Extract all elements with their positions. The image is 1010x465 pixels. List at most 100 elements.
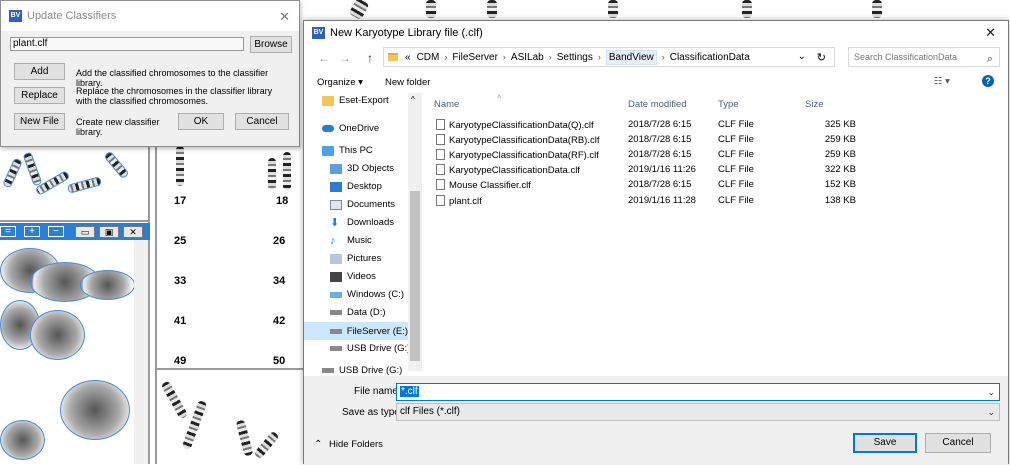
- up-arrow-icon[interactable]: ↑: [367, 51, 373, 65]
- save-button[interactable]: Save: [853, 433, 917, 453]
- pane-divider[interactable]: [155, 368, 303, 370]
- nav-item-eset-export[interactable]: Eset-Export: [322, 95, 389, 106]
- file-size: 138 KB: [824, 195, 856, 206]
- add-button[interactable]: Add: [14, 63, 65, 80]
- file-row[interactable]: KaryotypeClassificationData(Q).clf 2018/…: [434, 117, 864, 132]
- nav-item-windows-c[interactable]: Windows (C:): [330, 289, 404, 300]
- nav-item-onedrive[interactable]: OneDrive: [322, 123, 379, 134]
- chromosome-number: 18: [276, 195, 289, 207]
- file-icon: [436, 179, 445, 190]
- chromosome-cluster[interactable]: [0, 420, 45, 460]
- close-icon[interactable]: ✕: [123, 226, 143, 238]
- breadcrumb-item[interactable]: ClassificationData: [670, 52, 750, 63]
- chromosome-image[interactable]: [103, 150, 130, 180]
- chromosome-number: 50: [273, 355, 286, 367]
- column-header-size[interactable]: Size: [805, 99, 823, 110]
- chromosome-cluster[interactable]: [30, 310, 85, 360]
- minus-tool-icon[interactable]: −: [48, 226, 64, 237]
- chromosome-image[interactable]: [2, 157, 23, 189]
- dialog-title-bar: BV New Karyotype Library file (.clf): [304, 21, 1008, 45]
- search-icon[interactable]: ⌕: [987, 50, 993, 68]
- app-icon: BV: [9, 10, 22, 22]
- file-row[interactable]: Mouse Classifier.clf 2018/7/28 6:15 CLF …: [434, 177, 864, 192]
- back-arrow-icon[interactable]: ←: [318, 51, 330, 65]
- chromosome-image[interactable]: [66, 176, 103, 194]
- close-icon[interactable]: ✕: [985, 25, 996, 41]
- ok-button[interactable]: OK: [178, 113, 224, 130]
- file-name-value: *.clf: [400, 386, 419, 397]
- refresh-icon[interactable]: ↻: [817, 51, 826, 64]
- close-icon[interactable]: ✕: [279, 9, 290, 25]
- forward-arrow-icon[interactable]: →: [339, 51, 351, 65]
- cancel-button[interactable]: Cancel: [925, 433, 991, 453]
- new-folder-button[interactable]: New folder: [385, 77, 430, 88]
- column-header-date[interactable]: Date modified: [628, 99, 687, 110]
- file-row[interactable]: KaryotypeClassificationData(RF).clf 2018…: [434, 147, 864, 162]
- breadcrumb[interactable]: « CDM › FileServer › ASILab › Settings ›…: [383, 47, 835, 67]
- file-row[interactable]: plant.clf 2019/1/16 11:28 CLF File 138 K…: [434, 193, 864, 208]
- new-file-button[interactable]: New File: [14, 113, 65, 130]
- scroll-up-icon[interactable]: ^: [411, 95, 415, 104]
- nav-item-documents[interactable]: Documents: [330, 199, 395, 210]
- sort-indicator-icon: ^: [497, 93, 502, 103]
- file-row[interactable]: KaryotypeClassificationData(RB).clf 2018…: [434, 132, 864, 147]
- chromosome-cluster[interactable]: [60, 380, 130, 440]
- save-file-dialog: BV New Karyotype Library file (.clf) ✕ ←…: [303, 20, 1009, 465]
- minimize-icon[interactable]: ▭: [75, 226, 95, 238]
- chevron-down-icon[interactable]: ⌄: [798, 51, 806, 62]
- nav-item-fileserver-e[interactable]: FileServer (E:): [304, 322, 408, 340]
- breadcrumb-item[interactable]: Settings: [557, 52, 593, 63]
- nav-item-usb-drive-g[interactable]: USB Drive (G:): [322, 365, 402, 376]
- navigation-scrollbar[interactable]: ^: [408, 93, 422, 371]
- nav-item-desktop[interactable]: Desktop: [330, 181, 382, 192]
- cancel-button[interactable]: Cancel: [235, 113, 289, 130]
- column-header-name[interactable]: Name: [434, 99, 459, 110]
- replace-button[interactable]: Replace: [14, 87, 65, 104]
- classifier-file-field[interactable]: plant.clf: [10, 37, 244, 51]
- command-bar: Organize ▾ New folder ☷ ▾ ?: [304, 73, 1008, 93]
- breadcrumb-item[interactable]: BandView: [605, 49, 657, 65]
- nav-item-videos[interactable]: Videos: [330, 271, 376, 282]
- breadcrumb-item[interactable]: FileServer: [452, 52, 498, 63]
- help-icon[interactable]: ?: [982, 75, 994, 87]
- equal-tool-icon[interactable]: =: [0, 226, 16, 237]
- breadcrumb-item[interactable]: ASILab: [511, 52, 544, 63]
- file-row[interactable]: KaryotypeClassificationData.clf 2019/1/1…: [434, 162, 864, 177]
- file-size: 322 KB: [824, 164, 856, 175]
- nav-item-data-d[interactable]: Data (D:): [330, 307, 386, 318]
- hide-folders-toggle[interactable]: ⌃ Hide Folders: [314, 439, 383, 450]
- nav-item-music[interactable]: ♪ Music: [330, 235, 372, 246]
- update-classifiers-dialog: BV Update Classifiers ✕ plant.clf Browse…: [0, 0, 300, 147]
- view-options-icon[interactable]: ☷ ▾: [934, 76, 950, 87]
- plus-tool-icon[interactable]: +: [24, 226, 40, 237]
- organize-button[interactable]: Organize ▾: [317, 77, 363, 88]
- file-name-input[interactable]: *.clf ⌄: [396, 383, 1000, 401]
- address-row: ← → ↑ « CDM › FileServer › ASILab › Sett…: [304, 47, 1008, 69]
- restore-icon[interactable]: ▣: [99, 226, 119, 238]
- scrollbar[interactable]: [134, 240, 148, 464]
- search-input[interactable]: Search ClassificationData ⌕: [848, 47, 1000, 67]
- file-type: CLF File: [718, 134, 754, 145]
- drive-icon: [330, 291, 342, 298]
- chevron-down-icon[interactable]: ⌄: [987, 384, 995, 400]
- breadcrumb-item[interactable]: CDM: [417, 52, 440, 63]
- drive-icon: [330, 328, 342, 334]
- breadcrumb-overflow[interactable]: «: [405, 52, 411, 63]
- pane-divider[interactable]: [0, 220, 150, 222]
- column-header-type[interactable]: Type: [718, 99, 739, 110]
- nav-item-3d-objects[interactable]: 3D Objects: [330, 163, 394, 174]
- nav-item-pictures[interactable]: Pictures: [330, 253, 381, 264]
- chevron-down-icon[interactable]: ⌄: [987, 404, 995, 420]
- scrollbar-thumb[interactable]: [410, 191, 420, 361]
- chromosome-image[interactable]: [22, 151, 43, 187]
- nav-item-usb-drive-g[interactable]: USB Drive (G:): [330, 343, 410, 354]
- nav-item-label: Windows (C:): [347, 289, 405, 300]
- browse-button[interactable]: Browse: [250, 36, 292, 53]
- file-icon: [436, 134, 445, 145]
- nav-item-this-pc[interactable]: This PC: [322, 145, 373, 156]
- chromosome-cluster[interactable]: [80, 270, 135, 300]
- save-as-type-select[interactable]: clf Files (*.clf) ⌄: [396, 403, 1000, 421]
- nav-item-downloads[interactable]: ⬇ Downloads: [330, 217, 394, 228]
- chromosome-image: [235, 419, 254, 457]
- file-date: 2019/1/16 11:26: [628, 164, 696, 175]
